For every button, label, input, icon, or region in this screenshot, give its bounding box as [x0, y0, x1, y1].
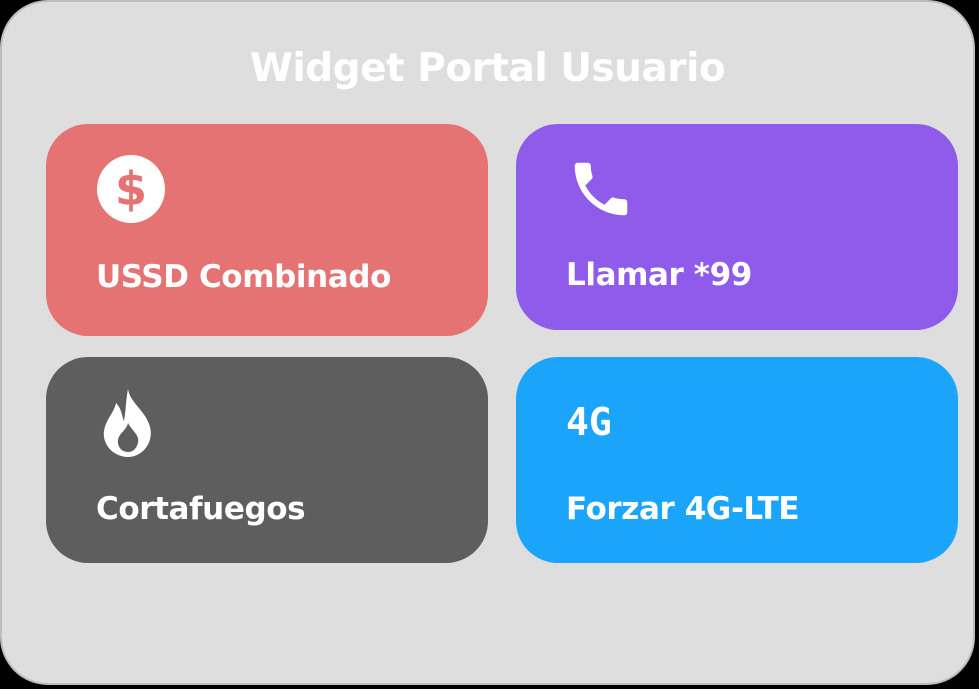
tile-llamar-99[interactable]: Llamar *99 — [516, 124, 958, 330]
svg-text:4G: 4G — [566, 401, 612, 441]
widget-portal: Widget Portal Usuario $ USSD Combinado L… — [0, 0, 975, 685]
tile-cortafuegos[interactable]: Cortafuegos — [46, 357, 488, 563]
svg-text:$: $ — [115, 162, 147, 216]
phone-icon — [574, 162, 628, 216]
flame-icon — [103, 389, 151, 457]
dollar-circle-icon: $ — [97, 155, 165, 223]
widget-title: Widget Portal Usuario — [249, 46, 726, 91]
tile-label: Cortafuegos — [96, 491, 306, 527]
tile-label: USSD Combinado — [96, 259, 392, 295]
tile-label: Forzar 4G-LTE — [566, 491, 800, 527]
tile-forzar-4g-lte[interactable]: 4G Forzar 4G-LTE — [516, 357, 958, 563]
4g-icon: 4G — [566, 401, 612, 441]
tile-ussd-combinado[interactable]: $ USSD Combinado — [46, 124, 488, 336]
tile-label: Llamar *99 — [566, 257, 752, 293]
